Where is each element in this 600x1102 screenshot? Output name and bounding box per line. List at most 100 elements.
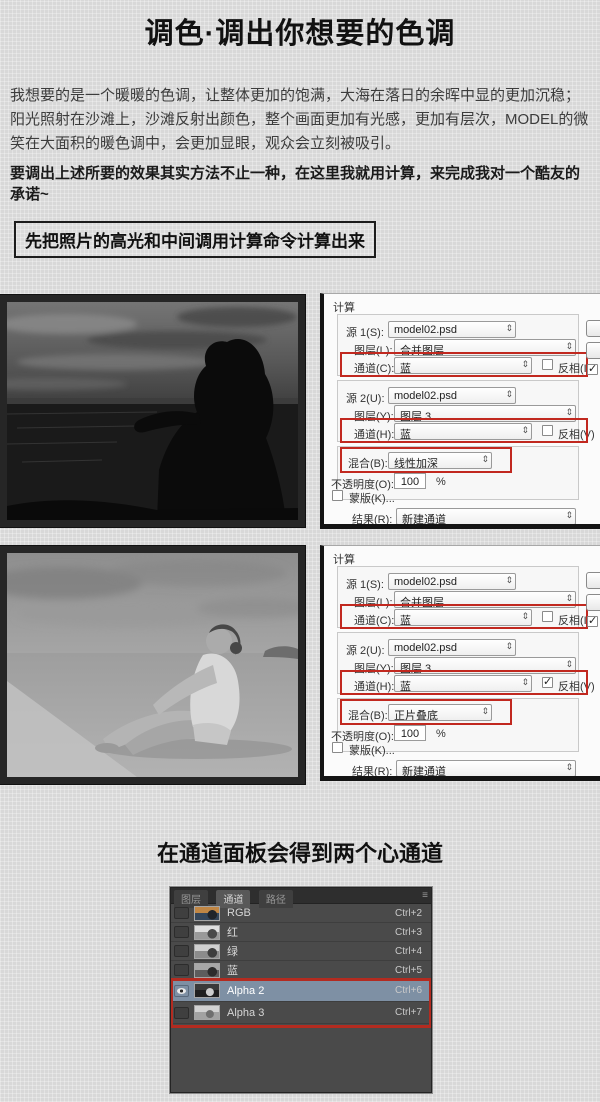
source1-select[interactable]: model02.psd⇕	[388, 321, 516, 338]
channel-shortcut: Ctrl+6	[395, 985, 431, 996]
layer2-label: 图层(Y):	[354, 408, 394, 424]
dropdown-arrow-icon: ⇕	[521, 611, 529, 622]
intro-paragraph: 我想要的是一个暖暖的色调，让整体更加的饱满，大海在落日的余晖中显的更加沉稳；阳光…	[10, 84, 594, 156]
channel1-select[interactable]: 蓝⇕	[394, 357, 532, 374]
channel-thumbnail	[194, 944, 220, 959]
channel-shortcut: Ctrl+7	[395, 1007, 431, 1018]
dialog-button-top[interactable]	[586, 320, 600, 337]
panel-menu-icon[interactable]: ≡	[422, 890, 428, 901]
source2-select[interactable]: model02.psd⇕	[388, 387, 516, 404]
photo-dark-sea-silhouette	[0, 295, 305, 527]
dialog-button-bottom[interactable]	[586, 342, 600, 359]
visibility-toggle[interactable]	[174, 945, 189, 957]
channel-row-red[interactable]: 红 Ctrl+3	[171, 923, 431, 942]
channel-name: RGB	[227, 907, 251, 919]
channel-name: Alpha 3	[227, 1007, 264, 1019]
mask-checkbox[interactable]	[332, 490, 343, 501]
dropdown-arrow-icon: ⇕	[565, 659, 573, 670]
invert2-checkbox[interactable]	[542, 677, 553, 688]
dropdown-arrow-icon: ⇕	[505, 575, 513, 586]
channel1-select[interactable]: 蓝⇕	[394, 609, 532, 626]
step1-heading: 先把照片的高光和中间调用计算命令计算出来	[14, 221, 376, 258]
opacity-input[interactable]: 100	[394, 473, 426, 489]
channel-row-green[interactable]: 绿 Ctrl+4	[171, 942, 431, 961]
channel2-select[interactable]: 蓝⇕	[394, 423, 532, 440]
visibility-toggle[interactable]	[174, 926, 189, 938]
layer2-select[interactable]: 图层 3⇕	[394, 657, 576, 674]
channel-thumbnail	[194, 906, 220, 921]
channel-name: 蓝	[227, 962, 238, 978]
dropdown-arrow-icon: ⇕	[565, 407, 573, 418]
channel-thumbnail	[194, 925, 220, 940]
dialog-button-top[interactable]	[586, 572, 600, 589]
channel-thumbnail	[194, 983, 220, 998]
step2-heading: 在通道面板会得到两个心通道	[0, 836, 600, 868]
channel-row-rgb[interactable]: RGB Ctrl+2	[171, 904, 431, 923]
channel-thumbnail	[194, 963, 220, 978]
invert2-label: 反相(V)	[558, 678, 595, 694]
result-select[interactable]: 新建通道⇕	[396, 760, 576, 777]
invert1-label: 反相(I)	[558, 360, 590, 376]
dropdown-arrow-icon: ⇕	[481, 454, 489, 465]
channel2-label: 通道(H):	[354, 426, 394, 442]
dropdown-arrow-icon: ⇕	[481, 706, 489, 717]
channel-shortcut: Ctrl+4	[395, 946, 431, 957]
channel-shortcut: Ctrl+3	[395, 927, 431, 938]
channel-shortcut: Ctrl+2	[395, 908, 431, 919]
result-label: 结果(R):	[352, 763, 392, 779]
dropdown-arrow-icon: ⇕	[505, 389, 513, 400]
layer2-label: 图层(Y):	[354, 660, 394, 676]
blend-select[interactable]: 线性加深⇕	[388, 452, 492, 469]
mask-label: 蒙版(K)...	[349, 490, 395, 506]
channel1-label: 通道(C):	[354, 612, 394, 628]
source1-label: 源 1(S):	[346, 324, 384, 340]
dialog-button-bottom[interactable]	[586, 594, 600, 611]
layer1-select[interactable]: 合并图层⇕	[394, 591, 576, 608]
source2-label: 源 2(U):	[346, 390, 385, 406]
mask-checkbox[interactable]	[332, 742, 343, 753]
source1-label: 源 1(S):	[346, 576, 384, 592]
page-title: 调色·调出你想要的色调	[0, 10, 600, 52]
result-label: 结果(R):	[352, 511, 392, 527]
channel-row-alpha2[interactable]: Alpha 2 Ctrl+6	[171, 980, 431, 1002]
invert1-checkbox[interactable]	[542, 611, 553, 622]
dropdown-arrow-icon: ⇕	[565, 510, 573, 521]
visibility-toggle[interactable]	[174, 964, 189, 976]
opacity-input[interactable]: 100	[394, 725, 426, 741]
channel-row-alpha3[interactable]: Alpha 3 Ctrl+7	[171, 1002, 431, 1024]
layer1-select[interactable]: 合并图层⇕	[394, 339, 576, 356]
channel2-label: 通道(H):	[354, 678, 394, 694]
source2-select[interactable]: model02.psd⇕	[388, 639, 516, 656]
mask-label: 蒙版(K)...	[349, 742, 395, 758]
source2-label: 源 2(U):	[346, 642, 385, 658]
layer1-label: 图层(L):	[354, 342, 393, 358]
visibility-toggle[interactable]	[174, 907, 189, 919]
visibility-toggle[interactable]	[174, 1007, 189, 1019]
photo1-illustration	[7, 302, 298, 520]
result-select[interactable]: 新建通道⇕	[396, 508, 576, 525]
photo2-illustration	[7, 553, 298, 777]
invert2-label: 反相(V)	[558, 426, 595, 442]
calculations-dialog-1: 计算 源 1(S): model02.psd⇕ 图层(L): 合并图层⇕ 通道(…	[320, 293, 600, 529]
eye-icon	[177, 988, 186, 994]
dialog-title: 计算	[333, 551, 355, 567]
invert2-checkbox[interactable]	[542, 425, 553, 436]
layer2-select[interactable]: 图层 3⇕	[394, 405, 576, 422]
dropdown-arrow-icon: ⇕	[565, 762, 573, 773]
opacity-unit: %	[436, 476, 446, 488]
source1-select[interactable]: model02.psd⇕	[388, 573, 516, 590]
channel-row-blue[interactable]: 蓝 Ctrl+5	[171, 961, 431, 980]
invert1-label: 反相(I)	[558, 612, 590, 628]
tutorial-page: 调色·调出你想要的色调 我想要的是一个暖暖的色调，让整体更加的饱满，大海在落日的…	[0, 0, 600, 1102]
visibility-toggle[interactable]	[174, 985, 189, 997]
blend-label: 混合(B):	[348, 455, 388, 471]
dropdown-arrow-icon: ⇕	[565, 593, 573, 604]
blend-select[interactable]: 正片叠底⇕	[388, 704, 492, 721]
dialog-title: 计算	[333, 299, 355, 315]
preview-checkbox[interactable]	[587, 616, 598, 627]
channel2-select[interactable]: 蓝⇕	[394, 675, 532, 692]
channels-panel: 图层 通道 路径 ≡ RGB Ctrl+2 红 Ctrl+3 绿 Ctrl+4 …	[170, 887, 432, 1093]
opacity-unit: %	[436, 728, 446, 740]
preview-checkbox[interactable]	[587, 364, 598, 375]
invert1-checkbox[interactable]	[542, 359, 553, 370]
